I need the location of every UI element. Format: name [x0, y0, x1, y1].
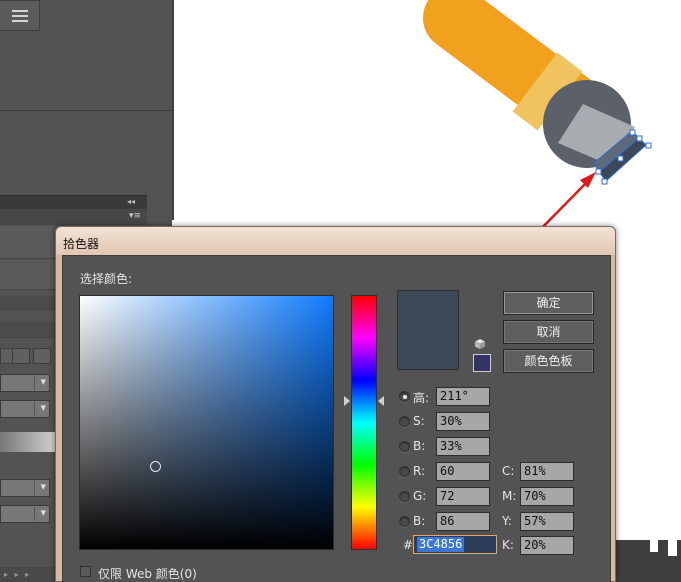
saturation-field[interactable]: 30% [436, 412, 490, 431]
black-label: K: [502, 538, 514, 552]
ok-button[interactable]: 确定 [503, 291, 594, 315]
black-field[interactable]: 20% [520, 536, 574, 555]
new-color-preview [397, 290, 459, 370]
red-field[interactable]: 60 [436, 462, 490, 481]
blue-radio[interactable] [399, 516, 410, 527]
green-radio[interactable] [399, 491, 410, 502]
green-label: G: [413, 489, 427, 503]
blue-label: B: [413, 514, 426, 528]
out-of-web-gamut-cube-icon[interactable] [474, 338, 486, 350]
cancel-button[interactable]: 取消 [503, 320, 594, 344]
brightness-label: B: [413, 439, 426, 453]
red-radio[interactable] [399, 466, 410, 477]
hex-value: 3C4856 [417, 537, 465, 552]
color-swatches-button[interactable]: 颜色色板 [503, 349, 594, 373]
blue-field[interactable]: 86 [436, 512, 490, 531]
web-colors-only-label: 仅限 Web 颜色(0) [98, 567, 197, 581]
yellow-label: Y: [502, 514, 512, 528]
saturation-brightness-field[interactable] [79, 295, 334, 550]
hue-field[interactable]: 211° [436, 387, 490, 406]
cyan-field[interactable]: 81% [520, 462, 574, 481]
dialog-title: 拾色器 [63, 237, 100, 251]
saturation-radio[interactable] [399, 416, 410, 427]
hue-slider-right-arrow[interactable] [378, 396, 384, 406]
hue-radio[interactable] [399, 391, 410, 402]
saturation-label: S: [413, 414, 425, 428]
cyan-label: C: [502, 464, 515, 478]
dialog-titlebar[interactable]: 拾色器 [56, 227, 615, 255]
hue-label: 高: [413, 391, 430, 405]
web-colors-only-checkbox[interactable] [80, 566, 91, 577]
color-picker-cursor[interactable] [150, 461, 161, 472]
color-picker-dialog: 拾色器 选择颜色: 确定 取消 颜色色板 高: 211° S: 30% B: 3… [55, 226, 616, 582]
crayon-artwork [423, 0, 652, 185]
brightness-field[interactable]: 33% [436, 437, 490, 456]
hue-slider-left-arrow[interactable] [344, 396, 350, 406]
green-field[interactable]: 72 [436, 487, 490, 506]
select-color-label: 选择颜色: [80, 272, 133, 286]
bottom-right-artifacts [616, 512, 681, 582]
dialog-body: 选择颜色: 确定 取消 颜色色板 高: 211° S: 30% B: 33% R… [62, 255, 611, 582]
web-safe-color-swatch[interactable] [473, 354, 491, 372]
hex-hash-label: # [403, 538, 414, 552]
hex-field[interactable]: 3C4856 [413, 535, 497, 554]
yellow-field[interactable]: 57% [520, 512, 574, 531]
magenta-field[interactable]: 70% [520, 487, 574, 506]
red-label: R: [413, 464, 426, 478]
magenta-label: M: [502, 489, 517, 503]
brightness-radio[interactable] [399, 441, 410, 452]
hue-slider[interactable] [351, 295, 377, 550]
